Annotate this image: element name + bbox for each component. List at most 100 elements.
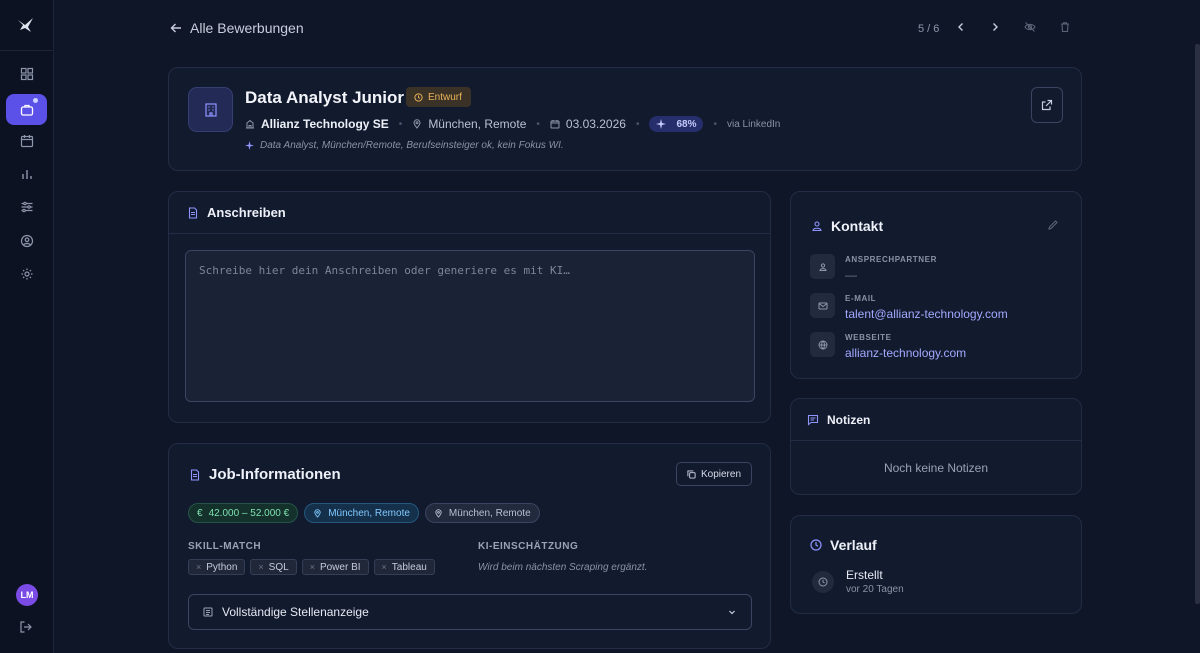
history-entry-time: vor 20 Tagen	[846, 584, 904, 595]
logo-icon[interactable]	[16, 15, 36, 35]
contact-website-link[interactable]: allianz-technology.com	[845, 346, 966, 360]
contact-person-row: ANSPRECHPARTNER —	[810, 254, 937, 282]
full-posting-label: Vollständige Stellenanzeige	[222, 605, 369, 619]
hide-button[interactable]	[1022, 19, 1038, 35]
job-date: 03.03.2026	[565, 117, 626, 131]
contact-website-icon-box	[810, 332, 835, 357]
sidebar-item-calendar[interactable]	[6, 125, 47, 156]
sidebar-item-filters[interactable]	[6, 191, 47, 222]
mail-icon	[818, 302, 827, 309]
full-posting-accordion[interactable]: Vollständige Stellenanzeige	[188, 594, 752, 630]
cover-letter-header: Anschreiben	[187, 205, 286, 220]
sidebar-item-stats[interactable]	[6, 158, 47, 189]
chevron-down-icon	[729, 610, 735, 615]
trash-icon	[1061, 22, 1069, 33]
previous-button[interactable]	[953, 19, 969, 35]
divider	[169, 233, 770, 234]
calendar-icon	[20, 134, 33, 147]
delete-button[interactable]	[1057, 19, 1073, 35]
contact-email-label: E-MAIL	[845, 294, 877, 303]
globe-icon	[818, 340, 827, 350]
contact-email-row: E-MAIL talent@allianz-technology.com	[810, 293, 1008, 321]
separator: •	[635, 118, 640, 130]
calendar-icon	[550, 120, 560, 129]
contact-website-label: WEBSEITE	[845, 333, 892, 342]
skill-missing-icon: ×	[196, 562, 202, 572]
clock-icon	[810, 539, 822, 551]
sidebar-item-applications[interactable]	[6, 94, 47, 125]
job-meta-row: Allianz Technology SE • München, Remote …	[245, 116, 780, 132]
history-entry-title: Erstellt	[846, 568, 883, 582]
scrollbar[interactable]	[1195, 44, 1200, 604]
logout-icon[interactable]	[19, 620, 33, 634]
job-title: Data Analyst Junior	[245, 88, 405, 107]
next-button[interactable]	[987, 19, 1003, 35]
person-icon	[818, 262, 827, 271]
contact-email-icon-box	[810, 293, 835, 318]
back-link-label: Alle Bewerbungen	[190, 20, 304, 36]
clock-icon	[414, 92, 423, 102]
location-tag-label: München, Remote	[328, 507, 410, 519]
sparkle-icon	[656, 119, 667, 129]
location-pin-icon	[435, 508, 442, 518]
notes-title: Notizen	[827, 413, 871, 427]
skill-missing-icon: ×	[309, 562, 315, 572]
building-icon	[246, 119, 254, 129]
cover-letter-textarea[interactable]	[185, 250, 755, 402]
clock-icon	[818, 577, 828, 586]
contact-email-link[interactable]: talent@allianz-technology.com	[845, 307, 1008, 321]
filters-icon	[21, 201, 32, 212]
back-link[interactable]: Alle Bewerbungen	[170, 20, 304, 36]
arrow-left-icon	[170, 23, 181, 33]
sidebar-item-settings[interactable]	[6, 258, 47, 289]
chevron-left-icon	[958, 23, 963, 31]
history-title: Verlauf	[830, 537, 877, 553]
applications-icon	[20, 104, 33, 116]
status-badge: Entwurf	[406, 87, 471, 107]
ai-assessment-note: Wird beim nächsten Scraping ergänzt.	[478, 562, 648, 573]
skill-match-label: SKILL-MATCH	[188, 541, 262, 552]
edit-icon[interactable]	[1047, 219, 1059, 231]
location-pin-icon	[413, 119, 421, 129]
sidebar: LM	[0, 0, 54, 653]
skill-chip: × Power BI	[301, 559, 369, 575]
open-external-button[interactable]	[1031, 87, 1063, 123]
dashboard-icon	[20, 67, 33, 80]
copy-button-label: Kopieren	[700, 468, 742, 480]
contact-title: Kontakt	[831, 218, 884, 234]
status-badge-label: Entwurf	[428, 91, 462, 103]
ai-summary-text: Data Analyst, München/Remote, Berufseins…	[260, 140, 564, 151]
separator: •	[398, 118, 403, 130]
job-info-card: Job-Informationen Kopieren € 42.000 – 52…	[168, 443, 771, 649]
sparkle-icon	[245, 141, 254, 150]
notes-header: Notizen	[807, 413, 870, 427]
job-tags: € 42.000 – 52.000 € München, Remote Münc…	[188, 503, 540, 523]
contact-card: Kontakt ANSPRECHPARTNER — E-MAIL talent@…	[790, 191, 1082, 379]
contact-website-row: WEBSEITE allianz-technology.com	[810, 332, 966, 360]
skill-name: Power BI	[319, 561, 361, 573]
job-header-card: Data Analyst Junior Entwurf Allianz Tech…	[168, 67, 1082, 171]
location-pin-icon	[314, 508, 321, 518]
ai-summary: Data Analyst, München/Remote, Berufseins…	[245, 140, 564, 151]
avatar[interactable]: LM	[16, 584, 38, 606]
document-icon	[190, 468, 200, 481]
sidebar-item-dashboard[interactable]	[6, 58, 47, 89]
skill-missing-icon: ×	[258, 562, 264, 572]
eye-off-icon	[1024, 22, 1036, 32]
copy-icon	[687, 469, 696, 479]
job-location: München, Remote	[428, 117, 527, 131]
location-tag: München, Remote	[304, 503, 419, 523]
history-card: Verlauf Erstellt vor 20 Tagen	[790, 515, 1082, 614]
settings-icon	[21, 268, 32, 279]
location-tag-secondary-label: München, Remote	[448, 507, 531, 519]
sidebar-item-profile[interactable]	[6, 225, 47, 256]
document-icon	[188, 206, 198, 219]
external-link-icon	[1041, 99, 1053, 111]
building-icon	[204, 102, 217, 117]
pager: 5 / 6	[918, 23, 940, 35]
skill-chip: × Python	[188, 559, 246, 575]
contact-person-value: —	[845, 268, 857, 282]
copy-button[interactable]: Kopieren	[676, 462, 752, 486]
skill-name: SQL	[268, 561, 289, 573]
comment-icon	[807, 414, 819, 426]
